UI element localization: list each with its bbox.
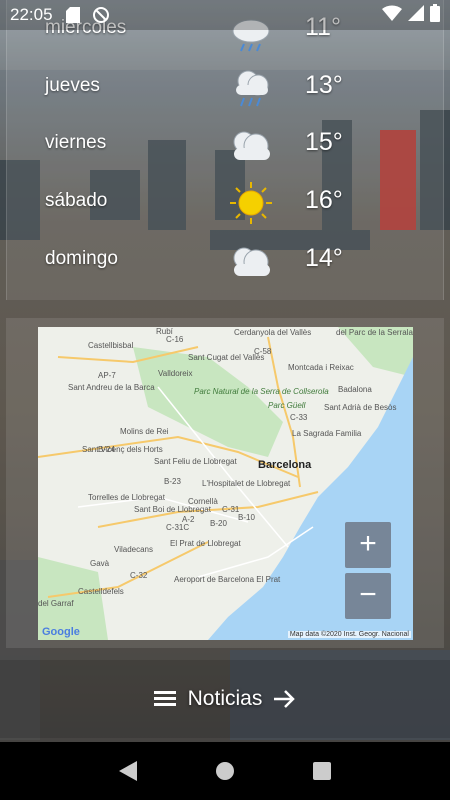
map-label: Torrelles de Llobregat [88, 493, 165, 502]
forecast-temp: 16° [305, 186, 343, 214]
map-label: Montcada i Reixac [288, 363, 354, 372]
back-triangle-icon [119, 761, 138, 781]
recents-button[interactable] [310, 759, 334, 783]
recents-square-icon [312, 762, 331, 780]
forecast-day: domingo [45, 248, 118, 269]
map-label: Sant Boi de Llobregat [134, 505, 211, 514]
zoom-out-button[interactable]: − [345, 573, 391, 619]
wifi-icon [382, 4, 402, 26]
forecast-row: viernes 15° [7, 120, 445, 170]
forecast-day: viernes [45, 132, 107, 153]
sun-icon [230, 182, 272, 224]
map-label: Sant Andreu de la Barca [68, 383, 155, 392]
map-label: Sant Vicenç dels Horts [82, 445, 163, 454]
home-circle-icon [215, 762, 234, 780]
forecast-day: jueves [45, 75, 100, 96]
map-label: Badalona [338, 385, 372, 394]
forecast-row: jueves 13° [7, 63, 445, 113]
road-label: A-2 [182, 515, 195, 524]
google-logo: Google [42, 626, 80, 638]
back-button[interactable] [116, 759, 140, 783]
forecast-day: sábado [45, 190, 108, 211]
list-icon [153, 691, 176, 706]
road-label: C-31C [166, 523, 190, 532]
road-label: B-20 [210, 519, 227, 528]
map-label: Sant Feliu de Llobregat [154, 457, 237, 466]
arrow-right-icon [274, 690, 296, 708]
map-attribution: Map data ©2020 Inst. Geogr. Nacional [287, 631, 411, 638]
road-label: AP-7 [98, 371, 116, 380]
map-label: Parc Natural de la Serra de Collserola [194, 387, 329, 396]
map-label: El Prat de Llobregat [170, 539, 241, 548]
forecast-row: domingo 14° [7, 236, 445, 286]
map-label: del Parc de la Serralada de Marina [336, 328, 413, 337]
status-time: 22:05 [10, 5, 53, 24]
cloud-icon [233, 131, 270, 160]
zoom-in-button[interactable]: + [345, 522, 391, 568]
map-label: Valldoreix [158, 369, 193, 378]
map-label: Gavà [90, 559, 110, 568]
road-label: B-24 [98, 445, 115, 454]
road-label: C-33 [290, 413, 308, 422]
status-bar: 22:05 [0, 0, 450, 30]
road-label: C-16 [166, 335, 184, 344]
home-button[interactable] [213, 759, 237, 783]
forecast-temp: 13° [305, 71, 343, 99]
cloud-icon [233, 247, 270, 276]
map-label: Viladecans [114, 545, 153, 554]
road-label: C-32 [130, 571, 148, 580]
forecast-row: sábado 16° [7, 178, 445, 228]
map-label: del Garraf [38, 599, 74, 608]
map-label: Aeroport de Barcelona El Prat [174, 575, 281, 584]
road-label: C-31 [222, 505, 240, 514]
map-label: Castelldefels [78, 587, 124, 596]
map-label: Castellbisbal [88, 341, 134, 350]
map-label: L'Hospitalet de Llobregat [202, 479, 291, 488]
news-button[interactable]: Noticias [0, 660, 450, 738]
map-label: Sant Cugat del Vallès [188, 353, 265, 362]
road-label: C-58 [254, 347, 272, 356]
news-label: Noticias [187, 687, 263, 710]
map-label: Cornellà [188, 497, 218, 506]
signal-icon [408, 4, 424, 26]
sync-disabled-icon [91, 5, 111, 25]
forecast-temp: 15° [305, 128, 343, 156]
map-label: Cerdanyola del Vallès [234, 328, 312, 337]
road-label: B-23 [164, 477, 181, 486]
rain-cloud-icon [236, 70, 269, 107]
road-label: B-10 [238, 513, 255, 522]
forecast-panel: miércoles 11° jueves 13° viernes 15° sáb… [6, 0, 444, 300]
system-nav-bar [0, 742, 450, 800]
map-label: La Sagrada Familia [292, 429, 362, 438]
battery-icon [430, 3, 440, 27]
forecast-temp: 14° [305, 244, 343, 272]
map-city-label: Barcelona [258, 459, 312, 471]
sd-card-icon [63, 5, 83, 25]
map-label: Parc Güell [268, 401, 306, 410]
map-label: Molins de Rei [120, 427, 169, 436]
map-label: Sant Adrià de Besòs [324, 403, 397, 412]
